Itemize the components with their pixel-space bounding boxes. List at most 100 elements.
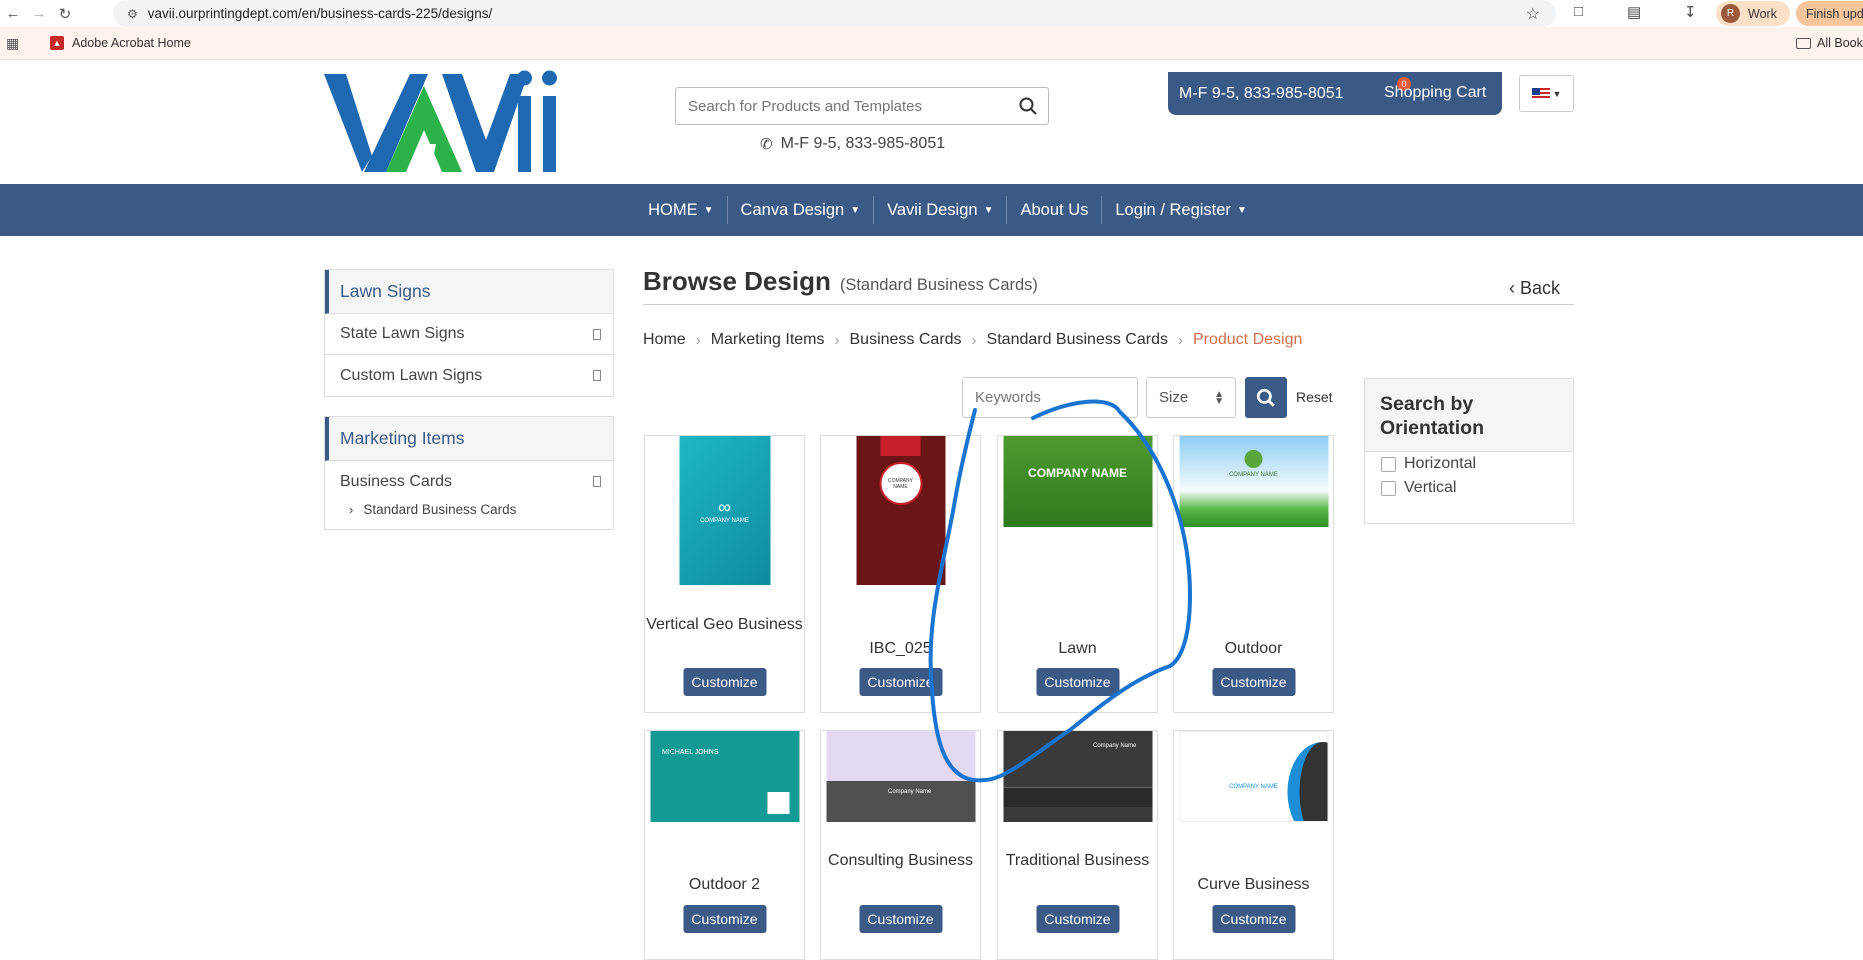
title-divider (643, 304, 1574, 305)
customize-button[interactable]: Customize (683, 668, 766, 696)
orientation-vertical[interactable]: Vertical (1365, 476, 1573, 500)
sidebar-heading[interactable]: Marketing Items (325, 417, 613, 461)
customize-button[interactable]: Customize (683, 905, 766, 933)
vavii-logo[interactable] (324, 68, 559, 176)
design-thumbnail[interactable]: COMPANY NAME (1003, 436, 1152, 527)
update-button[interactable]: Finish upd (1796, 1, 1863, 26)
sidebar-item-custom-lawn-signs[interactable]: Custom Lawn Signs (325, 355, 613, 396)
url-text: vavii.ourprintingdept.com/en/business-ca… (147, 6, 493, 21)
sidebar-heading[interactable]: Lawn Signs (325, 270, 613, 314)
design-card[interactable]: COMPANY NAME Curve Business Customize (1173, 730, 1334, 960)
design-card[interactable]: COMPANY NAME IBC_025 Customize (820, 435, 981, 713)
profile-label: Work (1748, 6, 1777, 21)
caret-down-icon: ▼ (703, 204, 714, 216)
expand-icon[interactable] (593, 476, 601, 487)
back-link[interactable]: ‹ Back (1509, 278, 1560, 299)
search-icon[interactable] (1008, 97, 1048, 115)
profile-button[interactable]: R Work (1716, 1, 1790, 26)
keywords-input[interactable] (963, 389, 1137, 406)
orientation-label: Horizontal (1404, 455, 1477, 472)
design-name: Consulting Business (828, 852, 973, 869)
expand-icon[interactable] (593, 328, 601, 340)
design-name: Outdoor 2 (688, 876, 761, 893)
bookmark-star-icon[interactable]: ☆ (1526, 4, 1540, 24)
design-thumbnail[interactable]: COMPANY NAME (1179, 731, 1328, 822)
design-thumbnail[interactable]: Company Name (826, 731, 975, 822)
folder-icon (1796, 37, 1811, 49)
customize-button[interactable]: Customize (1036, 905, 1119, 933)
sidepanel-icon[interactable]: ▤ (1627, 3, 1641, 21)
apps-grid-icon[interactable]: ▦ (6, 35, 19, 52)
sidebar-item-business-cards[interactable]: Business Cards (325, 461, 613, 502)
reset-link[interactable]: Reset (1296, 389, 1333, 405)
product-search (675, 87, 1049, 125)
checkbox[interactable] (1381, 456, 1396, 472)
design-thumbnail[interactable]: MICHAEL JOHNS (650, 731, 799, 822)
update-label: Finish upd (1806, 6, 1863, 21)
sidebar-item-state-lawn-signs[interactable]: State Lawn Signs (325, 314, 613, 355)
design-card[interactable]: COMPANY NAME Outdoor Customize (1173, 435, 1334, 713)
reload-icon[interactable]: ↻ (52, 0, 78, 27)
sidebar-item-label: State Lawn Signs (340, 325, 465, 342)
design-card[interactable]: ∞ COMPANY NAME Vertical Geo Business Cus… (644, 435, 805, 713)
design-thumbnail[interactable]: COMPANY NAME (1179, 436, 1328, 527)
expand-icon[interactable] (593, 370, 601, 381)
breadcrumb-current: Product Design (1192, 331, 1303, 348)
phone-icon: ✆ (760, 136, 773, 153)
download-icon[interactable]: ↧ (1684, 3, 1697, 21)
breadcrumb-business-cards[interactable]: Business Cards (850, 331, 962, 349)
curve-shape (1287, 742, 1327, 821)
size-select[interactable]: Size ▲ ▼ (1146, 377, 1236, 418)
back-label: Back (1520, 278, 1561, 298)
site-settings-icon[interactable]: ⚙ (127, 7, 138, 21)
design-name: IBC_025 (869, 640, 932, 657)
size-select-value: Size (1159, 389, 1189, 406)
breadcrumb-standard-business-cards[interactable]: Standard Business Cards (987, 331, 1168, 349)
language-selector[interactable]: ▼ (1519, 75, 1574, 112)
thumbnail-text: Company Name (1093, 743, 1137, 749)
customize-button[interactable]: Customize (1212, 905, 1295, 933)
design-card[interactable]: Company Name Traditional Business Custom… (997, 730, 1158, 960)
customize-button[interactable]: Customize (859, 905, 942, 933)
breadcrumb-home[interactable]: Home (643, 331, 686, 349)
forward-arrow-icon[interactable]: → (26, 0, 52, 27)
sidebar-subitem-standard-business-cards[interactable]: › Standard Business Cards (325, 502, 613, 529)
thumbnail-text: COMPANY NAME (700, 518, 749, 524)
footer-band (1003, 787, 1152, 807)
address-bar[interactable]: ⚙ vavii.ourprintingdept.com/en/business-… (113, 0, 1556, 27)
shopping-cart-link[interactable]: Shopping Cart (1384, 84, 1486, 102)
customize-button[interactable]: Customize (1036, 668, 1119, 696)
customize-button[interactable]: Customize (859, 668, 942, 696)
sidebar-subitem-label: Standard Business Cards (363, 502, 517, 517)
design-card[interactable]: COMPANY NAME Lawn Customize (997, 435, 1158, 713)
extensions-icon[interactable]: □ (1574, 3, 1583, 20)
all-bookmarks[interactable]: All Book (1796, 36, 1863, 50)
page-title-text: Browse Design (643, 266, 831, 296)
nav-about-label: About Us (1020, 200, 1089, 219)
design-thumbnail[interactable]: ∞ COMPANY NAME (679, 436, 770, 585)
search-input[interactable] (676, 88, 1008, 124)
nav-about-us[interactable]: About Us (1007, 201, 1101, 220)
nav-home[interactable]: HOME ▼ (635, 201, 726, 220)
design-card[interactable]: Company Name Consulting Business Customi… (820, 730, 981, 960)
design-card[interactable]: MICHAEL JOHNS Outdoor 2 Customize (644, 730, 805, 960)
thumbnail-text: COMPANY NAME (879, 462, 922, 505)
nav-login-register[interactable]: Login / Register ▼ (1102, 201, 1259, 220)
customize-button[interactable]: Customize (1212, 668, 1295, 696)
nav-vavii-design[interactable]: Vavii Design ▼ (874, 201, 1006, 220)
search-icon (1256, 388, 1275, 407)
checkbox[interactable] (1381, 480, 1396, 496)
orientation-horizontal[interactable]: Horizontal (1365, 452, 1573, 476)
breadcrumb-marketing-items[interactable]: Marketing Items (711, 331, 825, 349)
design-thumbnail[interactable]: Company Name (1003, 731, 1152, 822)
bookmark-acrobat[interactable]: ▲ Adobe Acrobat Home (50, 36, 191, 50)
filter-search-button[interactable] (1245, 377, 1287, 418)
sidebar-item-label: Business Cards (340, 472, 453, 490)
back-arrow-icon[interactable]: ← (0, 0, 26, 27)
topbar-phone[interactable]: M-F 9-5, 833-985-8051 (1168, 85, 1344, 103)
page-subtitle: (Standard Business Cards) (839, 276, 1038, 294)
sort-arrows-icon: ▲ ▼ (1214, 388, 1224, 407)
nav-canva-label: Canva Design (740, 200, 845, 219)
nav-canva-design[interactable]: Canva Design ▼ (728, 201, 874, 220)
design-thumbnail[interactable]: COMPANY NAME (856, 436, 945, 585)
